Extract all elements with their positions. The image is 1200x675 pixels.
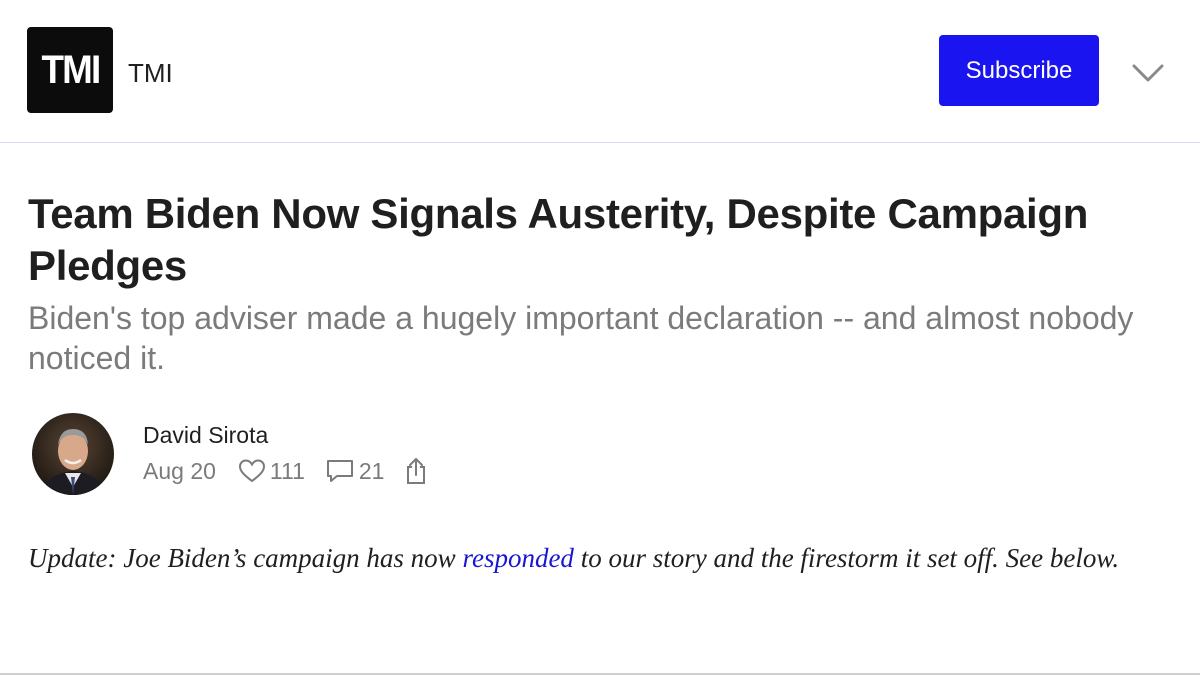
comment-button[interactable]: 21: [325, 457, 385, 485]
like-count: 111: [269, 457, 305, 484]
post-date: Aug 20: [143, 457, 216, 484]
publication-name[interactable]: TMI: [128, 58, 173, 89]
comment-count: 21: [358, 457, 385, 484]
article-title: Team Biden Now Signals Austerity, Despit…: [28, 190, 1089, 289]
header-divider: [0, 142, 1200, 143]
logo-text: TMI: [41, 47, 101, 92]
like-button[interactable]: 111: [238, 458, 305, 485]
article-subtitle: Biden's top adviser made a hugely import…: [28, 300, 1134, 376]
post-meta: Aug 20 111 21: [143, 455, 452, 487]
heart-icon: [238, 459, 265, 483]
comment-icon: [326, 460, 353, 482]
author-name[interactable]: David Sirota: [143, 422, 268, 449]
share-button[interactable]: [404, 457, 432, 485]
publication-logo[interactable]: TMI: [27, 27, 113, 113]
responded-link[interactable]: responded: [462, 543, 573, 573]
share-icon: [407, 458, 426, 484]
update-text-before: Update: Joe Biden’s campaign has now: [28, 543, 463, 573]
update-text-after: to our story and the firestorm it set of…: [573, 543, 1120, 573]
top-bar: TMI TMI Subscribe: [0, 0, 1200, 142]
update-note: Update: Joe Biden’s campaign has now res…: [28, 533, 1178, 583]
subscribe-button[interactable]: Subscribe: [939, 35, 1099, 106]
chevron-down-icon[interactable]: [1128, 58, 1168, 88]
author-avatar[interactable]: [32, 413, 114, 495]
